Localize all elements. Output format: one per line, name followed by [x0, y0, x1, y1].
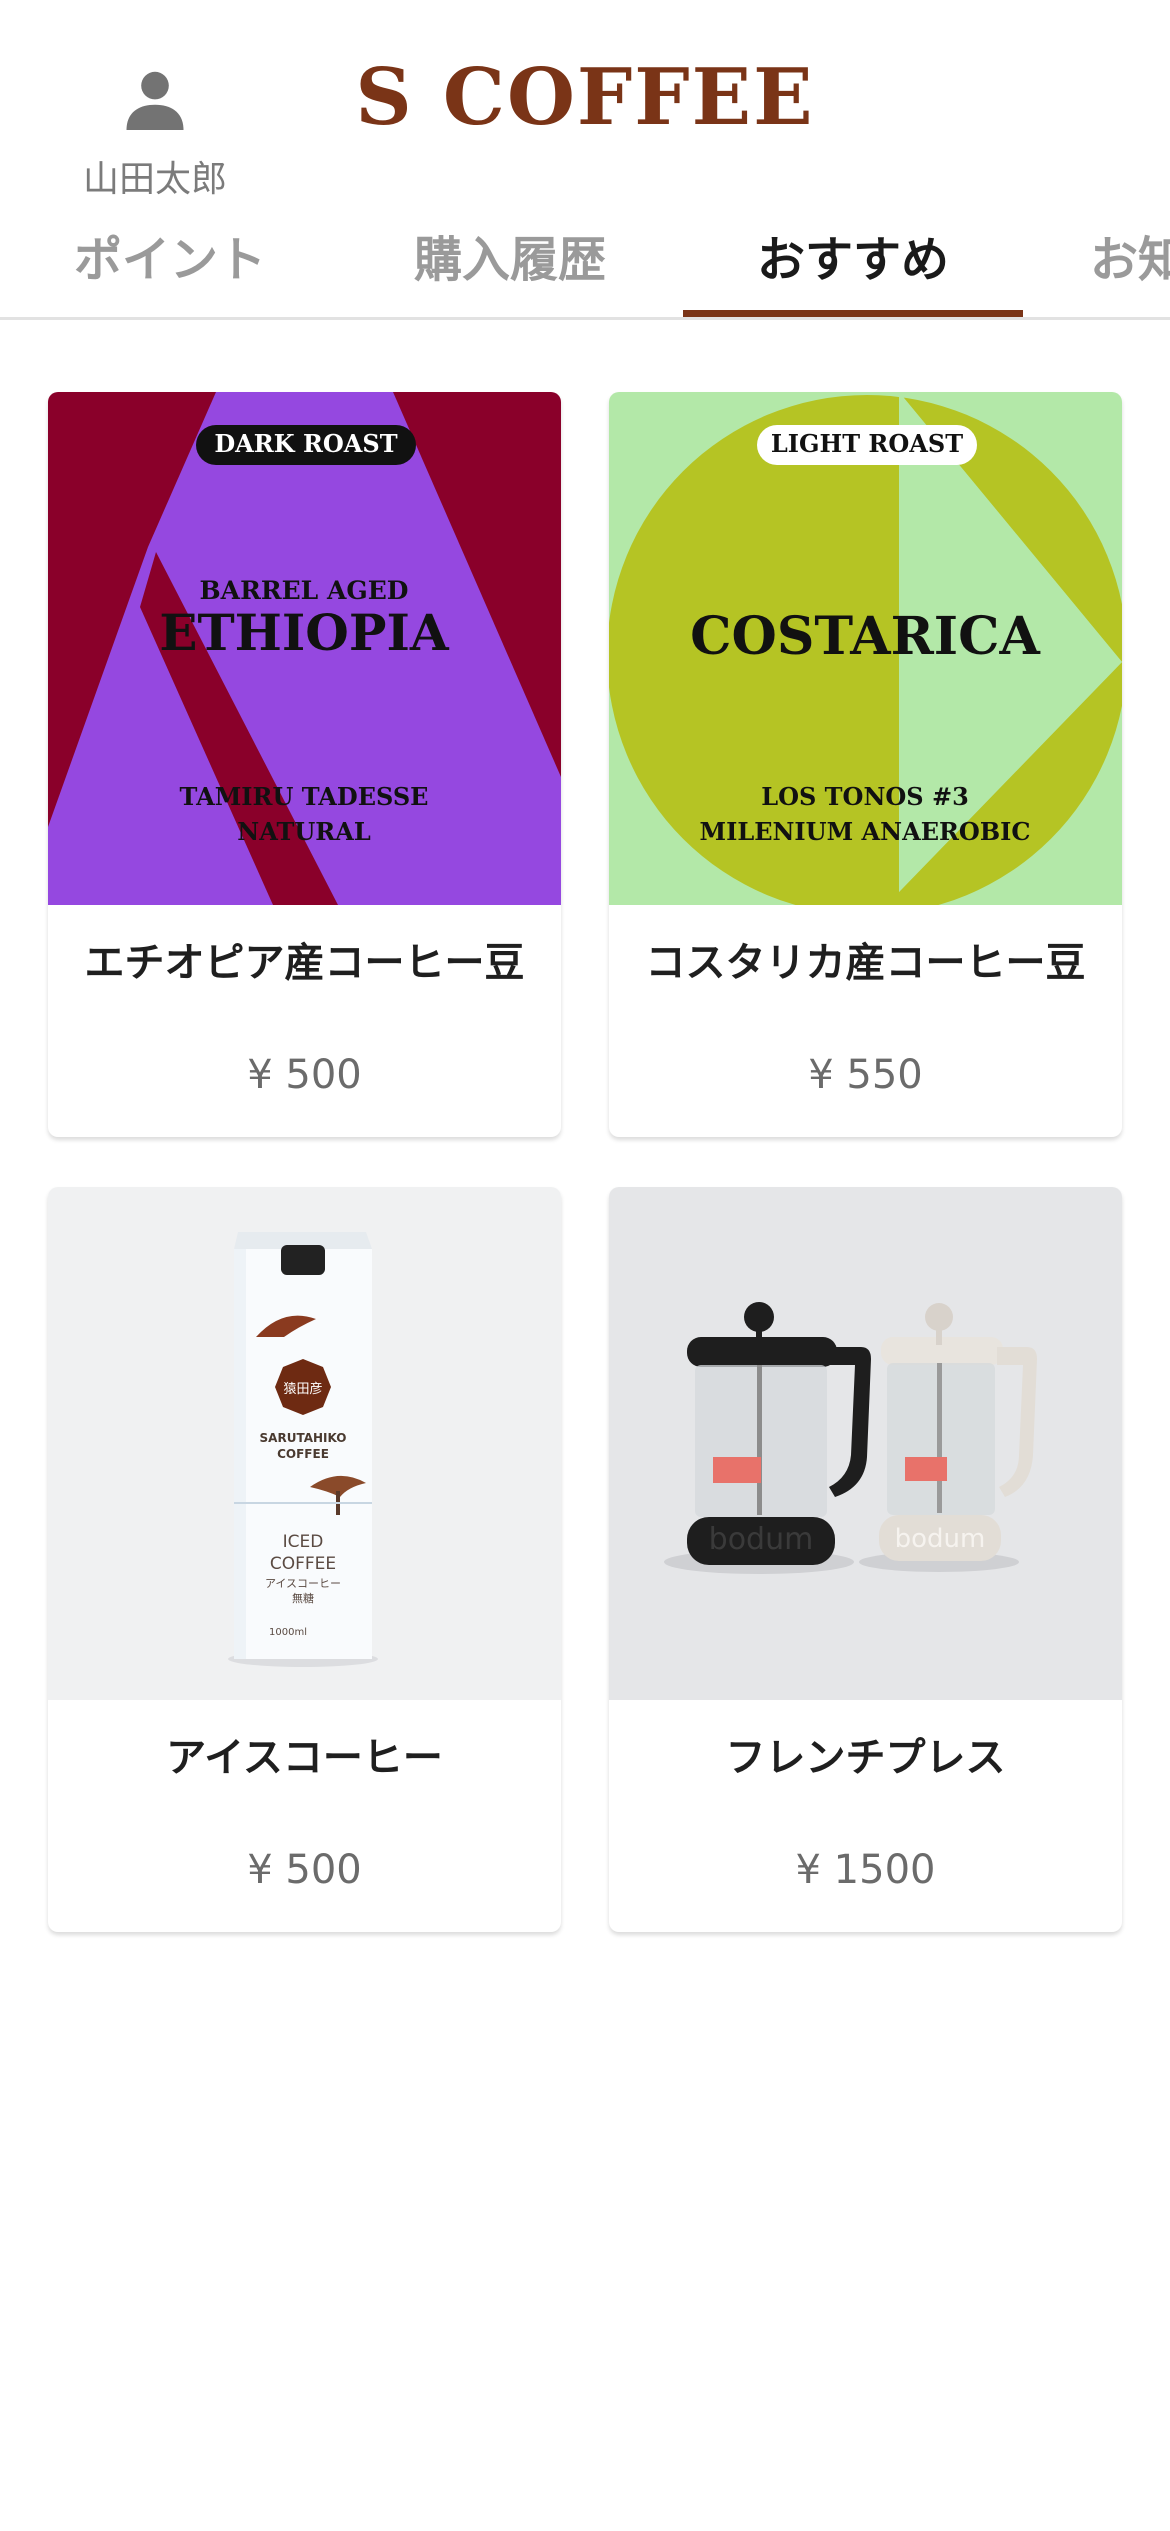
- product-name: アイスコーヒー: [166, 1735, 443, 1781]
- product-card-french-press[interactable]: bodum bodum フレンチプレス ¥ 1500: [609, 1187, 1122, 1932]
- tab-recommended[interactable]: おすすめ: [693, 220, 1013, 317]
- label-iced: ICED: [283, 1532, 324, 1552]
- product-price: ¥ 550: [808, 1052, 923, 1098]
- user-name: 山田太郎: [82, 159, 227, 200]
- origin-title: ETHIOPIA: [159, 603, 449, 662]
- brand-line1: SARUTAHIKO: [260, 1431, 347, 1445]
- product-name: コスタリカ産コーヒー豆: [645, 940, 1086, 986]
- process-name: MILENIUM ANAEROBIC: [700, 817, 1031, 846]
- product-name: エチオピア産コーヒー豆: [84, 940, 525, 986]
- roast-badge: LIGHT ROAST: [771, 429, 963, 458]
- press-brand-white: bodum: [895, 1524, 986, 1554]
- brand-line2: COFFEE: [277, 1447, 329, 1461]
- product-name: フレンチプレス: [725, 1735, 1006, 1781]
- product-card-iced-coffee[interactable]: 猿田彦 SARUTAHIKO COFFEE ICED COFFEE アイスコーヒ…: [48, 1187, 561, 1932]
- label-sugar-free: 無糖: [292, 1591, 314, 1605]
- brand-seal: 猿田彦: [283, 1381, 322, 1397]
- press-brand-black: bodum: [709, 1522, 814, 1557]
- tab-bar: ポイント 購入履歴 おすすめ お知: [0, 220, 1170, 320]
- product-price: ¥ 500: [247, 1052, 362, 1098]
- product-card-costarica[interactable]: LIGHT ROAST COSTARICA LOS TONOS #3 MILEN…: [609, 392, 1122, 1137]
- farm-name: LOS TONOS #3: [761, 782, 969, 811]
- product-card-ethiopia[interactable]: DARK ROAST BARREL AGED ETHIOPIA TAMIRU T…: [48, 392, 561, 1137]
- roast-badge: DARK ROAST: [214, 429, 397, 458]
- origin-subtitle: BARREL AGED: [200, 576, 409, 605]
- process-name: NATURAL: [237, 817, 371, 846]
- label-jp: アイスコーヒー: [265, 1577, 341, 1590]
- product-image-ethiopia: DARK ROAST BARREL AGED ETHIOPIA TAMIRU T…: [48, 392, 561, 905]
- product-image-french-press: bodum bodum: [609, 1187, 1122, 1700]
- active-tab-indicator: [683, 310, 1023, 317]
- product-image-iced-coffee: 猿田彦 SARUTAHIKO COFFEE ICED COFFEE アイスコーヒ…: [48, 1187, 561, 1700]
- brand-logo: S COFFEE: [355, 52, 815, 143]
- product-price: ¥ 500: [247, 1847, 362, 1893]
- origin-title: COSTARICA: [690, 606, 1040, 667]
- producer-name: TAMIRU TADESSE: [180, 782, 429, 811]
- label-coffee: COFFEE: [270, 1554, 336, 1574]
- tab-notifications[interactable]: お知: [1090, 220, 1170, 317]
- label-volume: 1000ml: [269, 1627, 307, 1638]
- tab-points[interactable]: ポイント: [20, 220, 320, 317]
- app-header: 山田太郎 S COFFEE: [0, 0, 1170, 200]
- product-price: ¥ 1500: [795, 1847, 936, 1893]
- product-image-costarica: LIGHT ROAST COSTARICA LOS TONOS #3 MILEN…: [609, 392, 1122, 905]
- tab-purchase-history[interactable]: 購入履歴: [360, 220, 660, 317]
